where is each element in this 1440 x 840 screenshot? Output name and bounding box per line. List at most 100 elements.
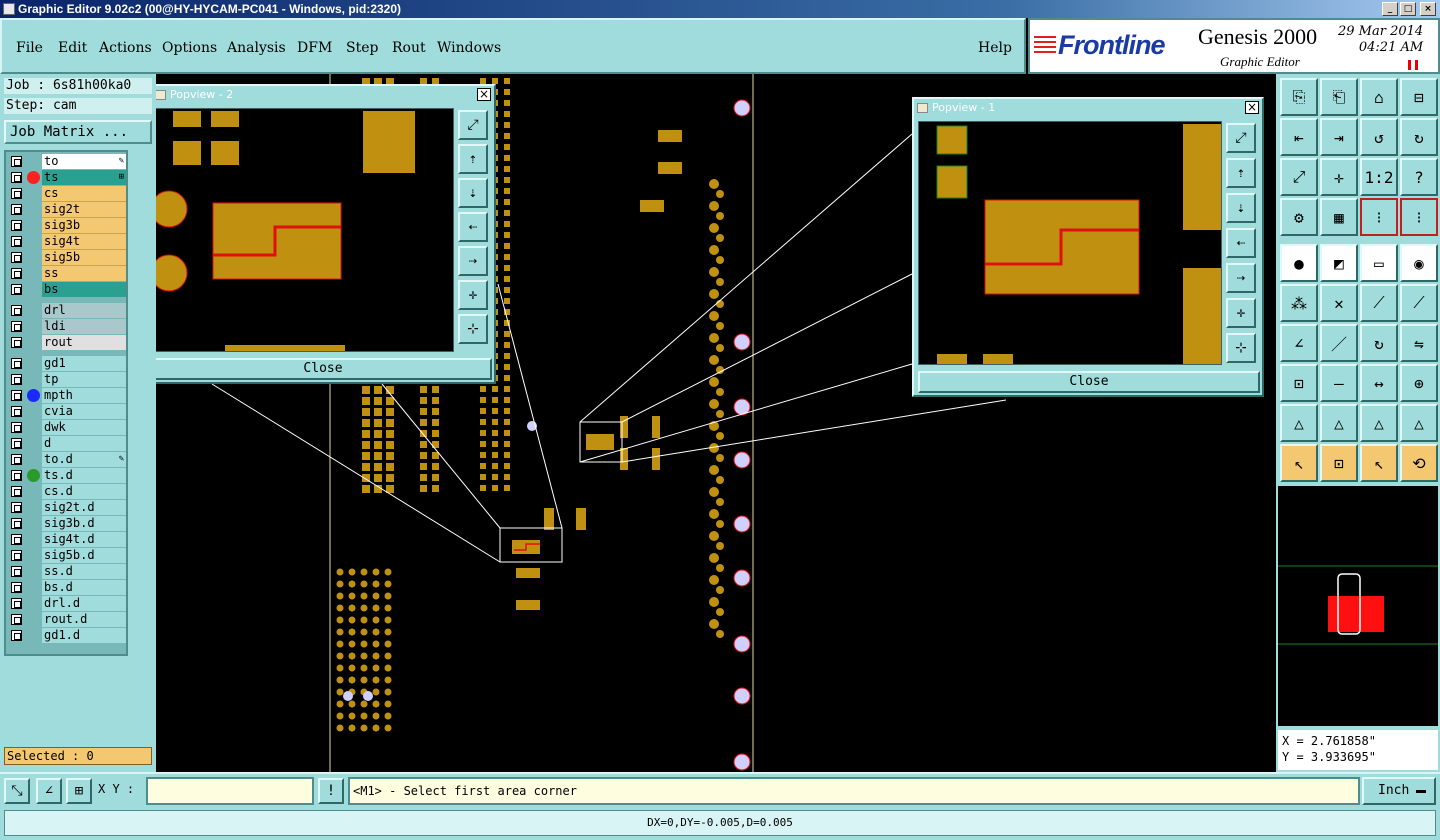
layer-checkbox[interactable] — [11, 172, 22, 183]
layer-name[interactable]: rout.d — [42, 612, 126, 627]
layer-row-ss[interactable]: ss — [8, 266, 126, 281]
layer-name[interactable]: to.d — [42, 452, 126, 467]
zoom-out-icon[interactable]: ⊹ — [458, 314, 488, 344]
traffic-light-2-icon[interactable]: ⁝ — [1400, 198, 1438, 236]
left-arrow-icon[interactable]: ⇠ — [458, 212, 488, 242]
select-box-icon[interactable]: ⊡ — [1320, 444, 1358, 482]
layer-name[interactable]: dwk — [42, 420, 126, 435]
layer-checkbox[interactable] — [11, 268, 22, 279]
layer-row-ts[interactable]: ts ⊞ — [8, 170, 126, 185]
popview-1-close-button[interactable]: Close — [918, 371, 1260, 393]
circle-tool-icon[interactable]: ◉ — [1400, 244, 1438, 282]
zoom-in-icon[interactable]: ✛ — [1226, 298, 1256, 328]
layer-name[interactable]: tp — [42, 372, 126, 387]
pad-select-icon[interactable]: ⊡ — [1280, 364, 1318, 402]
left-arrow-icon[interactable]: ⇠ — [1226, 228, 1256, 258]
layer-name[interactable]: mpth — [42, 388, 126, 403]
zoom-fit-icon[interactable]: ⤢ — [458, 110, 488, 140]
layer-name[interactable]: sig5b — [42, 250, 126, 265]
layer-name[interactable]: sig4t — [42, 234, 126, 249]
layer-name[interactable]: gd1 — [42, 356, 126, 371]
menu-options[interactable]: Options — [162, 40, 217, 56]
dash-icon[interactable]: — — [1320, 364, 1358, 402]
layer-checkbox[interactable] — [11, 534, 22, 545]
home-icon[interactable]: ⌂ — [1360, 78, 1398, 116]
layer-row-sig5b-d[interactable]: sig5b.d — [8, 548, 126, 563]
layer-name[interactable]: sig3b.d — [42, 516, 126, 531]
menu-rout[interactable]: Rout — [392, 40, 426, 56]
zoom-center-icon[interactable]: ✛ — [1320, 158, 1358, 196]
job-matrix-button[interactable]: Job Matrix ... — [4, 120, 152, 144]
layer-row-gd1-d[interactable]: gd1.d — [8, 628, 126, 643]
popview-1-close-icon[interactable]: × — [1245, 101, 1259, 114]
layer-name[interactable]: drl — [42, 303, 126, 318]
layer-row-gd1[interactable]: gd1 — [8, 356, 126, 371]
zoom-area-icon[interactable]: ⤡ — [4, 778, 30, 804]
layer-name[interactable]: ss.d — [42, 564, 126, 579]
cross-icon[interactable]: ✕ — [1320, 284, 1358, 322]
layer-name[interactable]: bs.d — [42, 580, 126, 595]
layer-name[interactable]: sig4t.d — [42, 532, 126, 547]
layer-row-rout-d[interactable]: rout.d — [8, 612, 126, 627]
undo-icon[interactable]: ↺ — [1360, 118, 1398, 156]
pointer-icon[interactable]: ↖ — [1280, 444, 1318, 482]
menu-windows[interactable]: Windows — [437, 40, 501, 56]
layer-row-cvia[interactable]: cvia — [8, 404, 126, 419]
slash-icon[interactable]: ／ — [1320, 324, 1358, 362]
layer-name[interactable]: sig3b — [42, 218, 126, 233]
traffic-light-icon[interactable]: ⁝ — [1360, 198, 1398, 236]
up-arrow-icon[interactable]: ⇡ — [1226, 158, 1256, 188]
layer-name[interactable]: cs — [42, 186, 126, 201]
layer-name[interactable]: drl.d — [42, 596, 126, 611]
layer-row-ss-d[interactable]: ss.d — [8, 564, 126, 579]
zoom-in-icon[interactable]: ✛ — [458, 280, 488, 310]
menu-step[interactable]: Step — [346, 40, 378, 56]
palette-icon[interactable]: ⚙ — [1280, 198, 1318, 236]
triangle-4-icon[interactable]: △ — [1400, 404, 1438, 442]
layer-row-sig4t[interactable]: sig4t — [8, 234, 126, 249]
zoom-out-icon[interactable]: ⊹ — [1226, 333, 1256, 363]
layer-row-cs-d[interactable]: cs.d — [8, 484, 126, 499]
layer-checkbox[interactable] — [11, 188, 22, 199]
layer-row-dwk[interactable]: dwk — [8, 420, 126, 435]
triangle-2-icon[interactable]: △ — [1320, 404, 1358, 442]
measure-width-icon[interactable]: ↔ — [1360, 364, 1398, 402]
layer-checkbox[interactable] — [11, 236, 22, 247]
down-arrow-icon[interactable]: ⇣ — [458, 178, 488, 208]
layer-row-drl-d[interactable]: drl.d — [8, 596, 126, 611]
group-icon[interactable]: ⊕ — [1400, 364, 1438, 402]
layer-checkbox[interactable] — [11, 518, 22, 529]
help-icon[interactable]: ? — [1400, 158, 1438, 196]
connect-icon[interactable]: ⁂ — [1280, 284, 1318, 322]
layer-checkbox[interactable] — [11, 566, 22, 577]
angle-icon[interactable]: ∠ — [1280, 324, 1318, 362]
layer-name[interactable]: ss — [42, 266, 126, 281]
flip-icon[interactable]: ⇋ — [1400, 324, 1438, 362]
layer-row-bs-d[interactable]: bs.d — [8, 580, 126, 595]
pause-icon[interactable] — [1408, 60, 1418, 70]
menu-actions[interactable]: Actions — [99, 40, 152, 56]
layer-name[interactable]: ts.d — [42, 468, 126, 483]
layer-checkbox[interactable] — [11, 374, 22, 385]
layer-checkbox[interactable] — [11, 582, 22, 593]
layer-name[interactable]: bs — [42, 282, 126, 297]
layer-row-ldi[interactable]: ldi — [8, 319, 126, 334]
layer-checkbox[interactable] — [11, 252, 22, 263]
layer-name[interactable]: ldi — [42, 319, 126, 334]
minimize-button[interactable]: _ — [1382, 2, 1398, 16]
layer-checkbox[interactable] — [11, 630, 22, 641]
layer-checkbox[interactable] — [11, 406, 22, 417]
scale-icon[interactable]: 1:2 — [1360, 158, 1398, 196]
right-arrow-icon[interactable]: ⇢ — [458, 246, 488, 276]
triangle-3-icon[interactable]: △ — [1360, 404, 1398, 442]
layer-row-ts-d[interactable]: ts.d — [8, 468, 126, 483]
layer-checkbox[interactable] — [11, 337, 22, 348]
layer-row-rout[interactable]: rout — [8, 335, 126, 350]
layer-row-sig2t-d[interactable]: sig2t.d — [8, 500, 126, 515]
layer-checkbox[interactable] — [11, 305, 22, 316]
layer-name[interactable]: d — [42, 436, 126, 451]
paste-icon[interactable]: ⎗ — [1320, 78, 1358, 116]
layer-row-tp[interactable]: tp — [8, 372, 126, 387]
layer-row-sig2t[interactable]: sig2t — [8, 202, 126, 217]
layer-row-drl[interactable]: drl — [8, 303, 126, 318]
